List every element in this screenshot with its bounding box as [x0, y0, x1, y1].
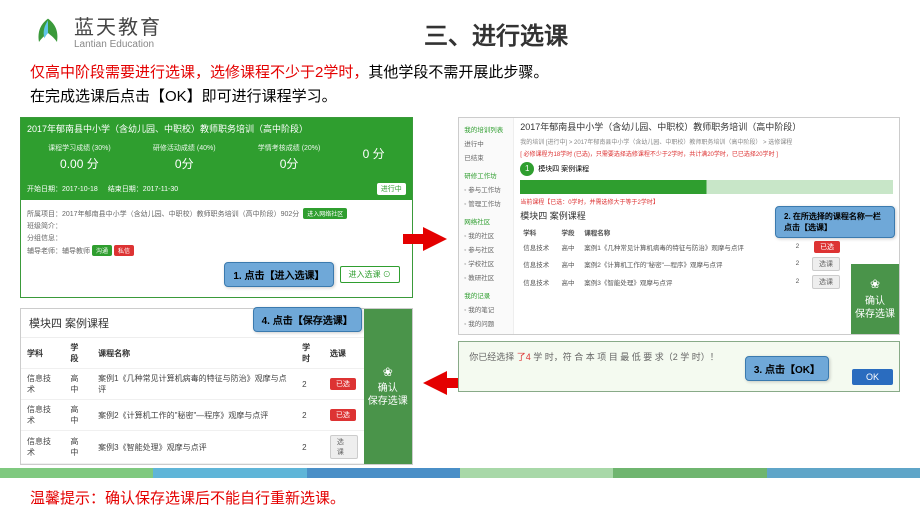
community-button[interactable]: 进入网络社区	[303, 208, 347, 219]
sidebar-item[interactable]: 我的培训列表	[461, 122, 511, 136]
progress-bar	[520, 180, 893, 194]
ok-button[interactable]: OK	[852, 369, 893, 385]
callout-1: 1. 点击【进入选课】	[224, 262, 333, 287]
logo-icon	[30, 15, 66, 51]
dlg-count: 了4	[517, 352, 531, 362]
select-button[interactable]: 已选	[330, 378, 356, 390]
confirm-label2: 保存选课	[368, 395, 408, 408]
dashboard-panel: 2017年郁南县中小学（含幼儿园、中职校）教师职务培训（高中阶段） 课程学习成绩…	[20, 117, 413, 298]
panel3-title: 2017年郁南县中小学（含幼儿园、中职校）教师职务培训（高中阶段）	[520, 122, 893, 134]
callout-2: 2. 在所选择的课程名称一栏点击【选课】	[775, 206, 895, 238]
status-badge: 进行中	[377, 183, 406, 195]
course-select-panel: 我的培训列表 进行中 已结束 研修工作坊 ◦ 参与工作坊 ◦ 管理工作坊 网络社…	[458, 117, 900, 335]
end-date: 结束日期：2017-11-30	[108, 184, 178, 194]
callout-4: 4. 点击【保存选课】	[253, 307, 362, 332]
arrow-right-icon	[423, 227, 447, 251]
intro-line2: 在完成选课后点击【OK】即可进行课程学习。	[30, 88, 337, 105]
warning-tip: 温馨提示：确认保存选课后不能自行重新选课。	[30, 487, 345, 508]
step-circle-icon: 1	[520, 162, 534, 176]
breadcrumb: 我的培训 [进行中] > 2017年郁南县中小学（含幼儿园、中职校）教师职务培训…	[520, 137, 893, 146]
dlg-text: 你已经选择	[469, 352, 514, 362]
chat-tag[interactable]: 沟通	[92, 245, 112, 256]
stat-val: 0 分	[363, 145, 385, 162]
sidebar-item[interactable]: ◦ 学校社区	[461, 256, 511, 270]
sidebar-item[interactable]: 已结束	[461, 150, 511, 164]
class-line: 班级简介：	[27, 221, 406, 231]
select-button[interactable]: 选课	[812, 257, 840, 271]
sidebar-item[interactable]: ◦ 教研社区	[461, 270, 511, 284]
sidebar-item[interactable]: 网络社区	[461, 214, 511, 228]
sidebar-item[interactable]: ◦ 我的社区	[461, 228, 511, 242]
sidebar-item[interactable]: ◦ 管理工作坊	[461, 196, 511, 210]
leaf-icon: ❀	[870, 277, 880, 293]
panel1-title: 2017年郁南县中小学（含幼儿园、中职校）教师职务培训（高中阶段）	[21, 118, 412, 139]
stat-lbl: 学情考核成绩 (20%)	[258, 143, 321, 153]
select-button[interactable]: 已选	[330, 409, 356, 421]
enter-select-button[interactable]: 进入选课 ⊙	[340, 266, 400, 283]
decorative-bar	[0, 468, 920, 478]
intro-black: 其他学段不需开展此步骤。	[368, 64, 548, 81]
sidebar: 我的培训列表 进行中 已结束 研修工作坊 ◦ 参与工作坊 ◦ 管理工作坊 网络社…	[459, 118, 514, 334]
table-row: 信息技术高中案例1《几种常见计算机病毒的特征与防治》观摩与点评2已选	[520, 239, 843, 255]
select-button[interactable]: 已选	[814, 241, 840, 253]
msg-tag[interactable]: 私信	[114, 245, 134, 256]
project-line: 所属项目：2017年郁南县中小学（含幼儿园、中职校）教师职务培训（高中阶段）90…	[27, 211, 299, 218]
dlg-text2: 学 时，符 合 本 项 目 最 低 要 求（2 学 时）！	[533, 352, 719, 362]
group-line: 分组信息：	[27, 233, 406, 243]
leaf-icon: ❀	[383, 365, 393, 381]
col-subject: 学科	[21, 338, 64, 369]
stats-row: 课程学习成绩 (30%) 0.00 分 研修活动成绩 (40%) 0分 学情考核成绩…	[21, 139, 412, 180]
hours-note: [ 必修课程为18学时 (已选)，只需要选择选修课程不少于2学时，共计满20学时…	[520, 149, 893, 158]
stat-lbl: 研修活动成绩 (40%)	[153, 143, 216, 153]
confirm-label1: 确认	[378, 382, 398, 395]
table-row: 信息技术高中案例2《计算机工作的"秘密"—程序》观摩与点评2已选	[21, 400, 364, 431]
stat-val: 0.00 分	[48, 155, 111, 172]
col-stage: 学段	[64, 338, 92, 369]
table-row: 信息技术高中案例3《智能处理》观摩与点评2选课	[21, 431, 364, 464]
sidebar-item[interactable]: 研修工作坊	[461, 168, 511, 182]
select-button[interactable]: 选课	[812, 275, 840, 289]
table-row: 信息技术高中案例1《几种常见计算机病毒的特征与防治》观摩与点评2已选	[21, 369, 364, 400]
table-row: 信息技术高中案例2《计算机工作的"秘密"—程序》观摩与点评2选课	[520, 255, 843, 273]
sidebar-item[interactable]: ◦ 我的问题	[461, 316, 511, 330]
col-sel: 选课	[324, 338, 364, 369]
stat-val: 0分	[153, 155, 216, 172]
sidebar-item[interactable]: ◦ 参与社区	[461, 242, 511, 256]
sidebar-item[interactable]: 进行中	[461, 136, 511, 150]
table-row: 信息技术高中案例3《智能处理》观摩与点评2选课	[520, 273, 843, 291]
callout-3: 3. 点击【OK】	[745, 356, 829, 381]
step-label: 模块四 案例课程	[538, 164, 589, 174]
confirm-save-button-2[interactable]: ❀ 确认 保存选课	[851, 264, 899, 334]
col-name: 课程名称	[92, 338, 296, 369]
col-hours: 学时	[296, 338, 324, 369]
start-date: 开始日期：2017-10-18	[27, 184, 98, 194]
header: 蓝天教育 Lantian Education 三、进行选课	[0, 0, 920, 61]
page-title: 三、进行选课	[102, 16, 890, 51]
select-button[interactable]: 选课	[330, 435, 358, 459]
confirm-dialog-panel: 你已经选择 了4 学 时，符 合 本 项 目 最 低 要 求（2 学 时）！ 3…	[458, 341, 900, 392]
sidebar-item[interactable]: ◦ 参与工作坊	[461, 182, 511, 196]
tutor-line: 辅导老师：辅导教师	[27, 248, 90, 255]
intro-red: 仅高中阶段需要进行选课，选修课程不少于2学时，	[30, 64, 368, 81]
intro-text: 仅高中阶段需要进行选课，选修课程不少于2学时，其他学段不需开展此步骤。 在完成选…	[0, 61, 920, 117]
sub-note: 当前课程【已选：0学时，并需选修大于等于2学时】	[520, 197, 893, 206]
course-table-panel: 4. 点击【保存选课】 模块四 案例课程 学科 学段 课程名称 学时 选课 信息…	[20, 308, 413, 465]
stat-lbl: 课程学习成绩 (30%)	[48, 143, 111, 153]
stat-val: 0分	[258, 155, 321, 172]
confirm-save-button[interactable]: ❀ 确认 保存选课	[364, 309, 412, 464]
sidebar-item[interactable]: 我的记录	[461, 288, 511, 302]
arrow-left-icon	[423, 371, 447, 395]
sidebar-item[interactable]: ◦ 我的笔记	[461, 302, 511, 316]
